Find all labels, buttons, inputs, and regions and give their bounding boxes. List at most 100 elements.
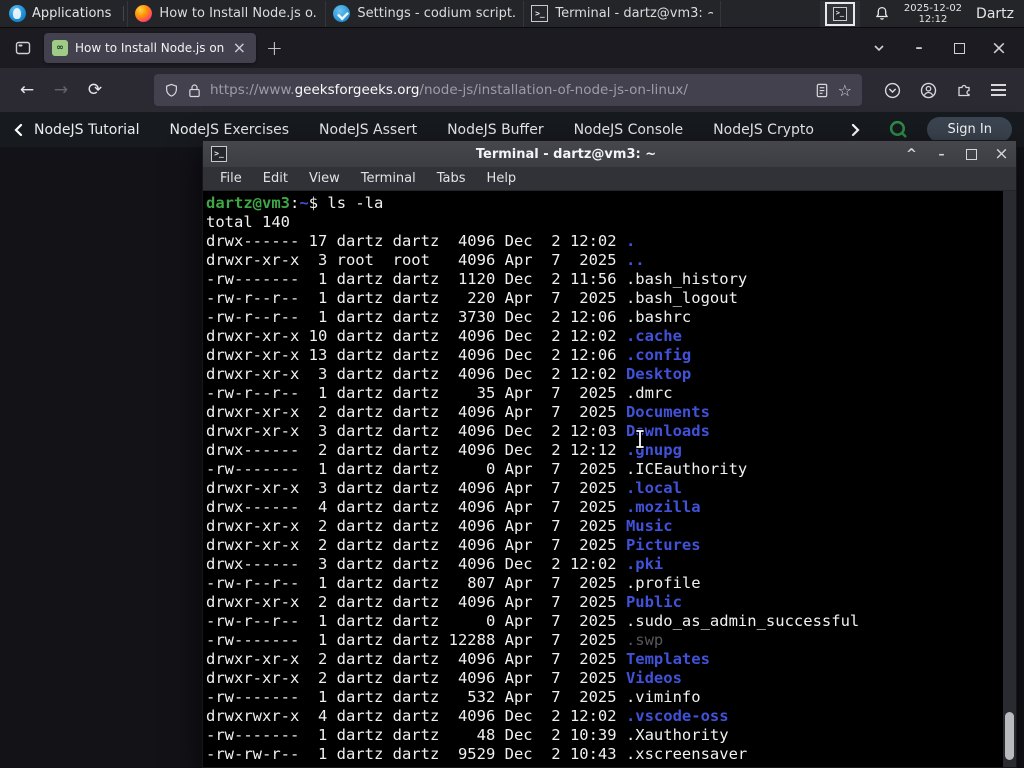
terminal-icon (211, 146, 227, 162)
site-nav-link[interactable]: NodeJS Tutorial (34, 122, 139, 138)
taskbar-button[interactable]: Settings - codium script... (325, 0, 523, 27)
file-name: .bashrc (625, 308, 692, 326)
site-nav-link[interactable]: NodeJS Crypto (713, 122, 814, 138)
tracking-shield-icon[interactable] (164, 83, 179, 98)
clock-time: 12:12 (918, 13, 948, 25)
window-close-button[interactable] (992, 41, 1006, 55)
forward-button[interactable]: → (46, 75, 76, 105)
terminal-minimize-button[interactable] (935, 148, 948, 161)
window-controls (872, 41, 1014, 55)
file-meta: drwxr-xr-x 2 dartz dartz 4096 Apr 7 2025 (206, 536, 626, 554)
terminal-title-bar[interactable]: Terminal - dartz@vm3: ~ (203, 141, 1016, 167)
file-meta: -rw-rw-r-- 1 dartz dartz 9529 Dec 2 10:4… (206, 745, 626, 763)
file-name: .config (625, 346, 692, 364)
back-button[interactable]: ← (12, 75, 42, 105)
terminal-menu-edit[interactable]: Edit (263, 171, 288, 186)
file-meta: drwxr-xr-x 13 dartz dartz 4096 Dec 2 12:… (206, 346, 626, 364)
file-name: Downloads (625, 422, 710, 440)
terminal-menu-help[interactable]: Help (487, 171, 517, 186)
terminal-close-button[interactable] (995, 148, 1008, 161)
panel-clock[interactable]: 2025-12-02 12:12 (904, 3, 962, 25)
file-name: .swp (625, 631, 664, 649)
file-name: Desktop (625, 365, 692, 383)
tab-close-icon[interactable] (231, 40, 248, 57)
file-name: .viminfo (625, 688, 701, 706)
terminal-scrollbar-thumb[interactable] (1005, 712, 1014, 760)
terminal-menu-tabs[interactable]: Tabs (437, 171, 466, 186)
file-listing-row: drwxr-xr-x 3 root root 4096 Apr 7 2025 .… (206, 251, 1000, 270)
codium-icon (333, 5, 351, 22)
browser-tab-bar: How to Install Node.js on + (0, 28, 1024, 68)
application-menu-icon[interactable] (991, 84, 1006, 96)
file-name: .bash_logout (625, 289, 738, 307)
scroll-right-chevron-icon[interactable] (848, 123, 862, 137)
site-nav-link[interactable]: NodeJS Exercises (169, 122, 289, 138)
file-name: .Xauthority (625, 726, 729, 744)
site-nav-links: NodeJS Tutorial NodeJS Exercises NodeJS As… (34, 122, 840, 138)
reload-button[interactable]: ⟳ (80, 75, 110, 105)
scroll-left-chevron-icon[interactable] (12, 123, 26, 137)
file-name: .mozilla (625, 498, 701, 516)
terminal-icon (531, 5, 549, 22)
file-meta: drwx------ 17 dartz dartz 4096 Dec 2 12:… (206, 232, 626, 250)
list-all-tabs-chevron-icon[interactable] (872, 41, 886, 55)
window-maximize-button[interactable] (952, 41, 966, 55)
file-meta: drwxrwxr-x 4 dartz dartz 4096 Dec 2 12:0… (206, 707, 626, 725)
file-listing-row: drwxr-xr-x 2 dartz dartz 4096 Apr 7 2025… (206, 536, 1000, 555)
file-meta: -rw------- 1 dartz dartz 1120 Dec 2 11:5… (206, 270, 626, 288)
terminal-scrollbar[interactable] (1003, 191, 1016, 767)
reader-mode-icon[interactable] (815, 83, 829, 98)
url-text: https://www.geeksforgeeks.org/node-js/in… (210, 82, 806, 98)
file-listing-row: drwxr-xr-x 3 dartz dartz 4096 Dec 2 12:0… (206, 365, 1000, 384)
file-listing-row: drwxrwxr-x 4 dartz dartz 4096 Dec 2 12:0… (206, 707, 1000, 726)
window-minimize-button[interactable] (912, 41, 926, 55)
bookmark-star-icon[interactable]: ☆ (838, 81, 852, 100)
terminal-menu-terminal[interactable]: Terminal (361, 171, 416, 186)
file-listing-row: -rw-r--r-- 1 dartz dartz 807 Apr 7 2025 … (206, 574, 1000, 593)
site-nav-link[interactable]: NodeJS Console (574, 122, 684, 138)
sign-in-button[interactable]: Sign In (927, 117, 1012, 142)
file-meta: -rw------- 1 dartz dartz 532 Apr 7 2025 (206, 688, 626, 706)
taskbar-button[interactable]: How to Install Node.js o... (127, 0, 325, 27)
file-listing-row: -rw-rw-r-- 1 dartz dartz 9529 Dec 2 10:4… (206, 745, 1000, 764)
file-listing-row: -rw------- 1 dartz dartz 48 Dec 2 10:39 … (206, 726, 1000, 745)
file-name: .dmrc (625, 384, 673, 402)
url-domain: geeksforgeeks.org (294, 82, 420, 98)
site-nav-link[interactable]: NodeJS Assert (319, 122, 417, 138)
applications-menu-button[interactable]: Applications (0, 0, 120, 27)
firefox-view-icon[interactable] (10, 35, 36, 61)
file-listing-row: drwxr-xr-x 2 dartz dartz 4096 Apr 7 2025… (206, 517, 1000, 536)
site-nav-right: Sign In (848, 117, 1012, 142)
panel-user-name[interactable]: Dartz (976, 6, 1014, 22)
terminal-window: Terminal - dartz@vm3: ~ File Edit View Term… (202, 140, 1017, 768)
lock-icon[interactable] (188, 83, 201, 98)
taskbar-button[interactable]: Terminal - dartz@vm3: ~ (523, 0, 722, 27)
site-nav-link[interactable]: NodeJS Buffer (447, 122, 544, 138)
file-listing-row: drwxr-xr-x 2 dartz dartz 4096 Apr 7 2025… (206, 403, 1000, 422)
file-listing-row: -rw-r--r-- 1 dartz dartz 0 Apr 7 2025 .s… (206, 612, 1000, 631)
taskbar-button-title: How to Install Node.js o... (159, 6, 319, 21)
file-meta: drwxr-xr-x 2 dartz dartz 4096 Apr 7 2025 (206, 593, 626, 611)
workspace-switcher[interactable] (819, 0, 860, 27)
file-listing-row: drwx------ 4 dartz dartz 4096 Apr 7 2025… (206, 498, 1000, 517)
file-name: Videos (625, 669, 682, 687)
notifications-bell-icon[interactable] (874, 6, 890, 22)
browser-tab-active[interactable]: How to Install Node.js on (44, 33, 256, 63)
file-meta: -rw------- 1 dartz dartz 12288 Apr 7 202… (206, 631, 626, 649)
account-icon[interactable] (920, 82, 937, 99)
browser-nav-bar: ← → ⟳ https://www.geeksforgeeks.org/node… (0, 68, 1024, 112)
file-listing-row: drwx------ 2 dartz dartz 4096 Dec 2 12:1… (206, 441, 1000, 460)
terminal-output[interactable]: dartz@vm3:~$ ls -la total 140 drwx------… (203, 191, 1016, 767)
terminal-menu-view[interactable]: View (309, 171, 340, 186)
extensions-icon[interactable] (956, 82, 972, 99)
file-listing-row: drwxr-xr-x 13 dartz dartz 4096 Dec 2 12:… (206, 346, 1000, 365)
terminal-maximize-button[interactable] (965, 148, 978, 161)
terminal-menu-file[interactable]: File (220, 171, 242, 186)
file-name: .bash_history (625, 270, 748, 288)
search-icon[interactable] (888, 119, 909, 140)
pocket-save-icon[interactable] (884, 82, 901, 99)
file-listing-row: -rw-r--r-- 1 dartz dartz 3730 Dec 2 12:0… (206, 308, 1000, 327)
new-tab-button[interactable]: + (266, 36, 283, 60)
url-bar[interactable]: https://www.geeksforgeeks.org/node-js/in… (154, 74, 862, 106)
terminal-shade-button[interactable] (905, 148, 918, 161)
